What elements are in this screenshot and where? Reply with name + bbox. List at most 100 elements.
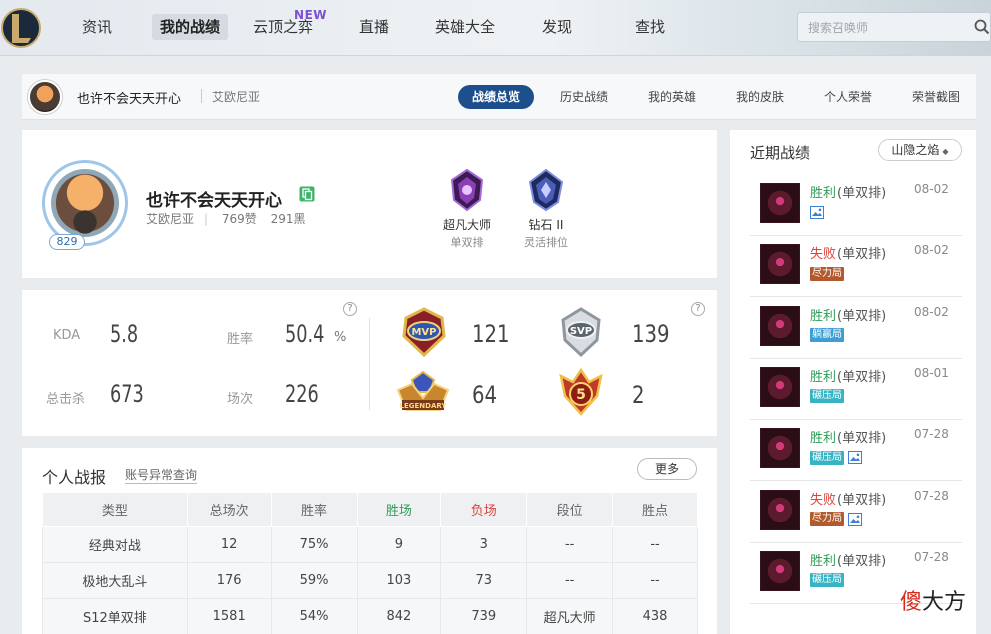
match-date: 08-02 [914, 304, 949, 319]
match-result: 失败 [810, 247, 837, 263]
svg-text:SVP: SVP [570, 326, 592, 337]
match-result: 胜利 [810, 431, 837, 447]
col-total: 总场次 [186, 492, 272, 527]
more-button[interactable]: 更多 [637, 458, 697, 480]
match-tags: 尽力局 [810, 512, 862, 527]
nav-my-record[interactable]: 我的战绩 [152, 14, 229, 40]
match-tags: 碾压局 [810, 450, 862, 465]
tab-my-skins[interactable]: 我的皮肤 [734, 85, 786, 109]
nav-champions[interactable]: 英雄大全 [427, 14, 503, 40]
avatar[interactable] [28, 80, 62, 114]
search-input[interactable] [808, 19, 958, 37]
profile-name: 也许不会天天开心 [146, 191, 282, 211]
account-check-link[interactable]: 账号异常查询 [125, 466, 198, 484]
table-row[interactable]: 极地大乱斗 176 59% 103 73 -- -- [42, 562, 698, 599]
match-result: 胜利 [810, 186, 837, 201]
champion-icon [760, 183, 800, 223]
penta-count: 2 [632, 381, 645, 409]
match-item[interactable]: 胜利 (单双排) 08-02 躺赢局 [750, 298, 962, 359]
table-row[interactable]: S12单双排 1581 54% 842 739 超凡大师 438 [42, 598, 698, 634]
match-tags: 碾压局 [810, 573, 844, 588]
nav-live[interactable]: 直播 [351, 14, 397, 40]
screenshot-icon[interactable] [848, 512, 862, 526]
match-tags: 尽力局 [810, 266, 844, 281]
table-cell: 12 [186, 526, 272, 563]
games-label: 场次 [227, 392, 254, 407]
nav-search[interactable]: 查找 [627, 14, 673, 40]
match-date: 08-02 [914, 243, 949, 258]
match-item[interactable]: 胜利 (单双排) 08-02 [750, 175, 962, 236]
table-cell: S12单双排 [42, 598, 188, 634]
level-badge: 829 [49, 234, 85, 250]
col-losses: 负场 [440, 492, 528, 527]
tab-overview[interactable]: 战绩总览 [458, 85, 535, 109]
mvp-medal-icon[interactable]: MVP [398, 306, 450, 358]
mode-selected: 山隐之焰 [891, 143, 940, 157]
table-row[interactable]: 经典对战 12 75% 9 3 -- -- [42, 526, 698, 563]
table-cell: 438 [612, 598, 698, 634]
table-cell: 75% [270, 526, 358, 563]
match-result: 胜利 [810, 308, 837, 324]
black-count: 291黑 [270, 212, 306, 226]
medals-help-icon[interactable]: ? [691, 302, 705, 316]
table-cell: 739 [440, 598, 528, 634]
games-value: 226 [285, 380, 319, 408]
col-type: 类型 [42, 492, 188, 527]
table-cell: 54% [270, 598, 358, 634]
table-cell: -- [612, 562, 698, 599]
svp-medal-icon[interactable]: SVP [555, 306, 607, 358]
search-icon[interactable] [974, 19, 990, 35]
table-cell: 经典对战 [42, 526, 188, 563]
svg-text:LEGENDARY: LEGENDARY [400, 402, 448, 410]
lol-logo[interactable] [0, 4, 42, 52]
match-tag: 碾压局 [810, 389, 844, 404]
match-tag: 碾压局 [810, 573, 844, 588]
rank-solo[interactable]: 超凡大师 单双排 [432, 168, 502, 250]
search-box [797, 12, 991, 42]
table-cell: -- [526, 562, 614, 599]
top-nav: 资讯 我的战绩 云顶之弈 NEW 直播 英雄大全 发现 查找 [0, 0, 991, 56]
match-item[interactable]: 胜利 (单双排) 07-28 碾压局 [750, 420, 962, 482]
match-result: 胜利 [810, 369, 837, 385]
tab-honor-screenshots[interactable]: 荣誉截图 [910, 85, 962, 109]
match-queue: (单双排) [837, 492, 887, 508]
champion-icon [760, 550, 800, 591]
rank-flex[interactable]: 钻石 II 灵活排位 [511, 168, 581, 250]
col-wins: 胜场 [356, 492, 442, 527]
table-cell: 9 [356, 526, 442, 563]
tab-my-champions[interactable]: 我的英雄 [646, 85, 698, 109]
new-badge: NEW [294, 8, 328, 22]
table-cell: 73 [440, 562, 528, 599]
table-cell: -- [612, 526, 698, 563]
match-tags: 碾压局 [810, 389, 844, 404]
penta-kill-medal-icon[interactable]: 5 [555, 366, 607, 418]
mvp-count: 121 [472, 320, 510, 348]
mode-dropdown[interactable]: 山隐之焰 ◆ [878, 139, 962, 161]
winrate-unit: % [334, 330, 347, 345]
stats-help-icon[interactable]: ? [343, 302, 357, 316]
table-cell: 超凡大师 [526, 598, 614, 634]
tab-history[interactable]: 历史战绩 [558, 85, 610, 109]
nav-news[interactable]: 资讯 [74, 14, 120, 40]
match-queue: (单双排) [837, 308, 887, 324]
nav-discover[interactable]: 发现 [534, 14, 580, 40]
match-item[interactable]: 失败 (单双排) 08-02 尽力局 [750, 236, 962, 298]
col-winrate: 胜率 [270, 492, 358, 527]
match-tag: 尽力局 [810, 266, 844, 281]
table-cell: 842 [356, 598, 442, 634]
table-header-row: 类型 总场次 胜率 胜场 负场 段位 胜点 [42, 492, 698, 527]
match-queue: (单双排) [837, 247, 887, 263]
screenshot-icon[interactable] [810, 206, 824, 219]
svg-text:MVP: MVP [411, 327, 436, 338]
profile-card: 829 也许不会天天开心 艾欧尼亚 | 769赞 291黑 超凡大师 单双排 钻石… [22, 130, 717, 278]
legendary-medal-icon[interactable]: LEGENDARY [394, 368, 452, 420]
col-tier: 段位 [526, 492, 614, 527]
match-item[interactable]: 胜利 (单双排) 08-01 碾压局 [750, 359, 962, 420]
match-date: 08-01 [914, 365, 949, 380]
match-item[interactable]: 失败 (单双排) 07-28 尽力局 [750, 482, 962, 543]
copy-icon[interactable] [299, 186, 315, 202]
nav-tft[interactable]: 云顶之弈 NEW [245, 8, 327, 40]
screenshot-icon[interactable] [848, 451, 862, 465]
tab-honors[interactable]: 个人荣誉 [822, 85, 874, 109]
diamond-rank-icon [528, 168, 564, 212]
